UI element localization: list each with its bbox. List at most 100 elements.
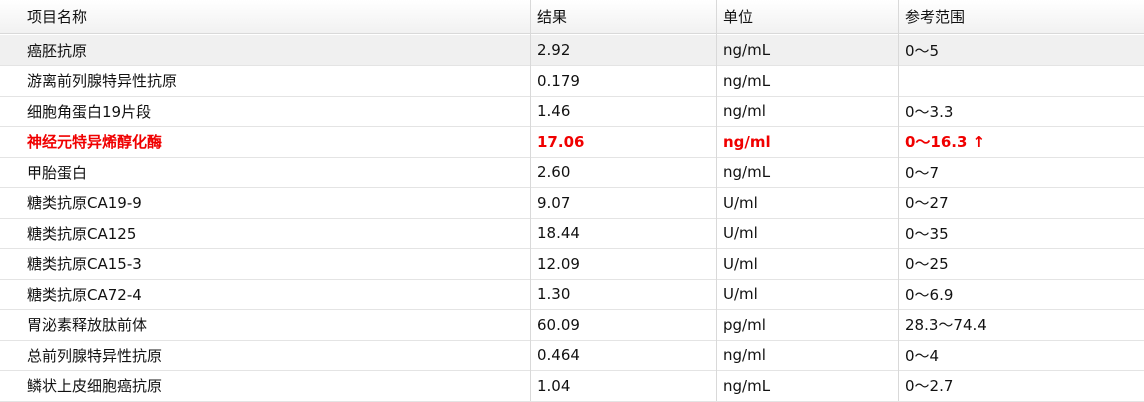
- cell-unit: pg/ml: [723, 310, 766, 340]
- cell-name-text: 游离前列腺特异性抗原: [27, 72, 178, 90]
- cell-result-text: 2.92: [537, 41, 571, 59]
- cell-unit-text: pg/ml: [723, 315, 766, 334]
- table-row[interactable]: 胃泌素释放肽前体 60.09 pg/ml 28.3～74.4: [0, 310, 1144, 341]
- header-result[interactable]: 结果: [537, 0, 567, 33]
- arrow-up-icon: ↑: [972, 132, 986, 151]
- column-divider[interactable]: [716, 0, 717, 401]
- cell-name: 总前列腺特异性抗原: [27, 340, 162, 370]
- cell-name: 胃泌素释放肽前体: [27, 310, 147, 340]
- cell-name-text: 糖类抗原CA72-4: [27, 285, 142, 304]
- cell-name: 游离前列腺特异性抗原: [27, 66, 177, 96]
- cell-reference-text: 0～3.3: [905, 102, 954, 121]
- cell-name-text: 鳞状上皮细胞癌抗原: [27, 377, 163, 395]
- cell-unit: ng/ml: [723, 96, 766, 126]
- cell-result: 1.30: [537, 279, 570, 309]
- table-row[interactable]: 游离前列腺特异性抗原 0.179 ng/mL: [0, 66, 1144, 97]
- cell-unit: ng/ml: [723, 127, 771, 157]
- cell-name-text: 总前列腺特异性抗原: [27, 346, 163, 365]
- cell-unit: U/ml: [723, 218, 758, 248]
- cell-result-text: 2.60: [537, 163, 571, 181]
- cell-reference: 0～4: [905, 340, 939, 370]
- table-row[interactable]: 糖类抗原CA72-4 1.30 U/ml 0～6.9: [0, 279, 1144, 310]
- table-row[interactable]: 鳞状上皮细胞癌抗原 1.04 ng/mL 0～2.7: [0, 371, 1144, 402]
- table-header: 项目名称 结果 单位 参考范围: [0, 0, 1144, 34]
- table-row[interactable]: 糖类抗原CA125 18.44 U/ml 0～35: [0, 218, 1144, 249]
- cell-name: 鳞状上皮细胞癌抗原: [27, 371, 162, 401]
- cell-name: 糖类抗原CA72-4: [27, 279, 142, 309]
- cell-reference-text: 0～5: [905, 41, 940, 60]
- cell-unit-text: ng/mL: [723, 71, 771, 90]
- cell-unit: U/ml: [723, 188, 758, 218]
- cell-reference-text: 28.3～74.4: [905, 316, 987, 334]
- cell-unit: ng/mL: [723, 66, 770, 96]
- cell-result: 2.92: [537, 35, 570, 65]
- cell-name: 糖类抗原CA19-9: [27, 188, 142, 218]
- cell-reference-text: 0～6.9: [905, 285, 954, 304]
- table-row[interactable]: 癌胚抗原 2.92 ng/mL 0～5: [0, 35, 1144, 66]
- cell-result: 18.44: [537, 218, 580, 248]
- cell-name: 甲胎蛋白: [27, 157, 87, 187]
- cell-unit-text: ng/mL: [723, 376, 771, 395]
- header-unit[interactable]: 单位: [723, 0, 753, 33]
- cell-result: 60.09: [537, 310, 580, 340]
- cell-result: 0.179: [537, 66, 580, 96]
- table-row[interactable]: 细胞角蛋白19片段 1.46 ng/ml 0～3.3: [0, 96, 1144, 127]
- cell-reference: 0～16.3 ↑: [905, 127, 985, 157]
- cell-unit: ng/mL: [723, 157, 770, 187]
- cell-result: 12.09: [537, 249, 580, 279]
- cell-name-text: 糖类抗原CA15-3: [27, 255, 142, 273]
- cell-unit-text: ng/ml: [723, 102, 766, 120]
- cell-unit-text: U/ml: [723, 254, 758, 273]
- cell-unit-text: U/ml: [723, 193, 758, 212]
- cell-unit: ng/ml: [723, 340, 766, 370]
- table-row[interactable]: 糖类抗原CA15-3 12.09 U/ml 0～25: [0, 249, 1144, 280]
- table-row[interactable]: 糖类抗原CA19-9 9.07 U/ml 0～27: [0, 188, 1144, 219]
- cell-reference: 0～7: [905, 157, 939, 187]
- cell-unit-text: U/ml: [723, 224, 758, 242]
- cell-reference: 28.3～74.4: [905, 310, 987, 340]
- cell-unit: U/ml: [723, 279, 758, 309]
- cell-name-text: 癌胚抗原: [27, 41, 88, 60]
- cell-unit-text: ng/ml: [723, 132, 771, 151]
- cell-name: 糖类抗原CA15-3: [27, 249, 142, 279]
- cell-result-text: 1.04: [537, 376, 571, 395]
- cell-result-text: 0.464: [537, 346, 580, 364]
- cell-result-text: 18.44: [537, 224, 580, 242]
- cell-unit: ng/mL: [723, 35, 770, 65]
- cell-unit-text: ng/ml: [723, 346, 766, 364]
- cell-result-text: 9.07: [537, 193, 571, 212]
- cell-name-text: 神经元特异烯醇化酶: [27, 133, 163, 151]
- cell-reference: 0～3.3: [905, 96, 953, 126]
- cell-result-text: 0.179: [537, 71, 580, 90]
- header-name[interactable]: 项目名称: [27, 0, 87, 33]
- cell-result-text: 1.30: [537, 285, 571, 303]
- table-row[interactable]: 神经元特异烯醇化酶 17.06 ng/ml 0～16.3 ↑: [0, 127, 1144, 158]
- column-divider[interactable]: [530, 0, 531, 401]
- header-reference[interactable]: 参考范围: [905, 0, 965, 33]
- cell-name-text: 胃泌素释放肽前体: [27, 316, 148, 334]
- cell-name-text: 糖类抗原CA125: [27, 224, 137, 243]
- cell-name-text: 糖类抗原CA19-9: [27, 194, 142, 212]
- cell-reference-text: 0～16.3: [905, 133, 968, 151]
- cell-reference: 0～25: [905, 249, 949, 279]
- cell-result: 9.07: [537, 188, 570, 218]
- table-row[interactable]: 甲胎蛋白 2.60 ng/mL 0～7: [0, 157, 1144, 188]
- cell-reference-text: 0～35: [905, 224, 949, 243]
- cell-reference-text: 0～7: [905, 163, 940, 182]
- cell-result: 1.04: [537, 371, 570, 401]
- cell-reference-text: 0～27: [905, 194, 949, 212]
- cell-reference-text: 0～2.7: [905, 377, 954, 395]
- cell-name: 神经元特异烯醇化酶: [27, 127, 162, 157]
- cell-name: 细胞角蛋白19片段: [27, 96, 151, 126]
- cell-result-text: 12.09: [537, 254, 580, 273]
- cell-reference: 0～35: [905, 218, 949, 248]
- cell-reference: 0～2.7: [905, 371, 953, 401]
- cell-result: 1.46: [537, 96, 570, 126]
- column-divider[interactable]: [898, 0, 899, 401]
- cell-name-text: 甲胎蛋白: [27, 163, 88, 182]
- lab-results-grid: 项目名称 结果 单位 参考范围 癌胚抗原 2.92 ng/mL 0～5 游离前列腺特异性…: [0, 0, 1144, 402]
- cell-reference-text: 0～4: [905, 346, 940, 365]
- table-row[interactable]: 总前列腺特异性抗原 0.464 ng/ml 0～4: [0, 340, 1144, 371]
- cell-name-text: 细胞角蛋白19片段: [27, 102, 152, 121]
- cell-unit-text: ng/mL: [723, 41, 771, 59]
